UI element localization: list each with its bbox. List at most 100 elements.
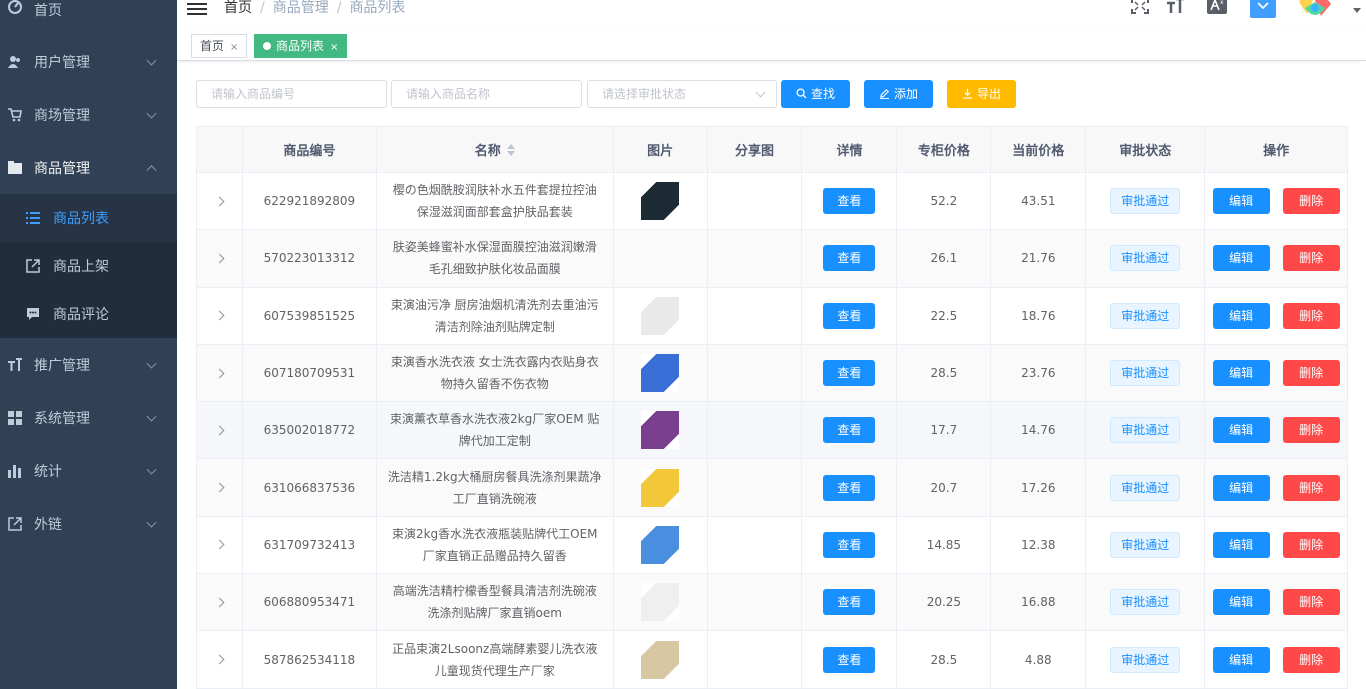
table-row[interactable]: 607539851525 束演油污净 厨房油烟机清洗剂去重油污清洁剂除油剂贴牌定制… (197, 287, 1349, 345)
chevron-right-icon[interactable] (214, 310, 225, 321)
code-search-input[interactable]: 请输入商品编号 (196, 80, 387, 108)
view-button[interactable]: 查看 (823, 589, 876, 616)
menu-home[interactable]: 首页 (0, 0, 177, 35)
expand-cell[interactable] (197, 402, 243, 459)
chevron-right-icon[interactable] (214, 253, 225, 264)
sort-icon[interactable] (506, 143, 515, 156)
chevron-right-icon[interactable] (214, 597, 225, 608)
edit-button[interactable]: 编辑 (1212, 531, 1270, 558)
product-thumbnail[interactable] (641, 296, 680, 335)
product-thumbnail[interactable] (641, 583, 680, 622)
view-button[interactable]: 查看 (823, 531, 876, 558)
delete-button[interactable]: 删除 (1282, 589, 1340, 616)
close-icon[interactable]: × (230, 42, 238, 53)
delete-button[interactable]: 删除 (1282, 302, 1340, 329)
menu-system-mgmt[interactable]: 系统管理 (0, 391, 177, 444)
expand-cell[interactable] (197, 459, 243, 516)
delete-button[interactable]: 删除 (1282, 188, 1340, 215)
sidebar-item-goods-publish[interactable]: 商品上架 (0, 242, 177, 290)
sidebar-item-goods-list[interactable]: 商品列表 (0, 194, 177, 242)
product-thumbnail[interactable] (641, 525, 680, 564)
view-button[interactable]: 查看 (823, 245, 876, 272)
table-row[interactable]: 635002018772 束演薰衣草香水洗衣液2kg厂家OEM 贴牌代加工定制 查看… (197, 402, 1349, 460)
delete-button[interactable]: 删除 (1282, 646, 1340, 673)
view-button[interactable]: 查看 (823, 302, 876, 329)
expand-cell[interactable] (197, 574, 243, 631)
name-search-input[interactable]: 请输入商品名称 (391, 80, 582, 108)
hamburger-icon[interactable] (187, 0, 207, 15)
delete-button[interactable]: 删除 (1282, 531, 1340, 558)
menu-stats[interactable]: 统计 (0, 444, 177, 497)
dropdown-toggle-icon[interactable] (1250, 0, 1276, 22)
view-button[interactable]: 查看 (823, 417, 876, 444)
delete-button[interactable]: 删除 (1282, 474, 1340, 501)
tag-goods-list[interactable]: 商品列表 × (254, 34, 348, 58)
add-button[interactable]: 添加 (864, 80, 933, 108)
edit-button[interactable]: 编辑 (1212, 417, 1270, 444)
menu-mall-mgmt[interactable]: 商场管理 (0, 88, 177, 141)
table-row[interactable]: 607180709531 束演香水洗衣液 女士洗衣露内衣贴身衣物持久留香不伤衣物 查… (197, 344, 1349, 403)
header-name[interactable]: 名称 (377, 127, 614, 172)
delete-button[interactable]: 删除 (1282, 417, 1340, 444)
menu-goods-mgmt[interactable]: 商品管理 (0, 141, 177, 194)
chevron-right-icon[interactable] (214, 425, 225, 436)
list-icon (26, 211, 40, 225)
chevron-right-icon[interactable] (214, 368, 225, 378)
expand-cell[interactable] (197, 344, 243, 402)
expand-cell[interactable] (197, 230, 243, 287)
product-thumbnail[interactable] (641, 640, 680, 679)
translate-icon[interactable]: x (1207, 0, 1227, 18)
menu-user-mgmt[interactable]: 用户管理 (0, 35, 177, 88)
detail-cell: 查看 (802, 402, 898, 459)
scrollbar[interactable] (1360, 61, 1366, 689)
edit-button[interactable]: 编辑 (1212, 646, 1270, 673)
view-button[interactable]: 查看 (823, 360, 876, 387)
view-button[interactable]: 查看 (823, 646, 876, 673)
goods-name: 束演薰衣草香水洗衣液2kg厂家OEM 贴牌代加工定制 (390, 412, 600, 449)
submenu-goods: 商品列表 商品上架 商品评论 (0, 194, 177, 338)
search-button[interactable]: 查找 (781, 80, 850, 108)
sidebar-item-goods-comment[interactable]: 商品评论 (0, 290, 177, 338)
edit-button[interactable]: 编辑 (1212, 589, 1270, 616)
table-row[interactable]: 570223013312 肤姿美蜂蜜补水保湿面膜控油滋润嫩滑毛孔细致护肤化妆品面膜… (197, 230, 1349, 288)
expand-cell[interactable] (197, 173, 243, 230)
menu-promo-mgmt[interactable]: 推广管理 (0, 338, 177, 391)
table-row[interactable]: 631709732413 束演2kg香水洗衣液瓶装贴牌代工OEM厂家直销正品赠品持… (197, 516, 1349, 575)
expand-cell[interactable] (197, 287, 243, 344)
breadcrumb-goods-mgmt[interactable]: 商品管理 (273, 0, 329, 16)
edit-button[interactable]: 编辑 (1212, 474, 1270, 501)
table-row[interactable]: 606880953471 高端洗洁精柠檬香型餐具清洁剂洗碗液洗涤剂贴牌厂家直销oe… (197, 574, 1349, 632)
edit-button[interactable]: 编辑 (1212, 302, 1270, 329)
expand-cell[interactable] (197, 516, 243, 574)
chevron-right-icon[interactable] (214, 539, 225, 550)
close-icon[interactable]: × (330, 42, 338, 53)
expand-cell[interactable] (197, 631, 243, 688)
status-select[interactable]: 请选择审批状态 (587, 80, 777, 108)
delete-button[interactable]: 删除 (1282, 360, 1340, 387)
text-size-icon[interactable] (1167, 0, 1185, 18)
table-row[interactable]: 587862534118 正品束演2Lsoonz高端酵素婴儿洗衣液儿童现货代理生产… (197, 631, 1349, 689)
tag-home[interactable]: 首页 × (191, 34, 248, 58)
avatar[interactable] (1295, 0, 1335, 22)
export-button[interactable]: 导出 (947, 80, 1016, 108)
view-button[interactable]: 查看 (823, 474, 876, 501)
breadcrumb-home[interactable]: 首页 (224, 0, 252, 16)
view-button[interactable]: 查看 (823, 188, 876, 215)
table-row[interactable]: 622921892809 樱の色烟酰胺润肤补水五件套提拉控油保湿滋润面部套盒护肤品… (197, 173, 1349, 231)
edit-button[interactable]: 编辑 (1212, 245, 1270, 272)
chevron-right-icon[interactable] (214, 482, 225, 493)
product-thumbnail[interactable] (641, 182, 680, 221)
edit-button[interactable]: 编辑 (1212, 360, 1270, 387)
menu-external[interactable]: 外链 (0, 497, 177, 550)
product-thumbnail[interactable] (641, 354, 680, 393)
delete-button[interactable]: 删除 (1282, 245, 1340, 272)
edit-button[interactable]: 编辑 (1212, 188, 1270, 215)
chevron-right-icon[interactable] (214, 654, 225, 665)
actions-cell: 编辑 删除 (1205, 344, 1349, 402)
fullscreen-icon[interactable] (1131, 0, 1149, 18)
caret-down-icon[interactable] (1353, 8, 1361, 13)
product-thumbnail[interactable] (641, 411, 680, 450)
table-row[interactable]: 631066837536 洗洁精1.2kg大桶厨房餐具洗涤剂果蔬净工厂直销洗碗液 查… (197, 459, 1349, 517)
product-thumbnail[interactable] (641, 468, 680, 507)
chevron-right-icon[interactable] (214, 196, 225, 207)
